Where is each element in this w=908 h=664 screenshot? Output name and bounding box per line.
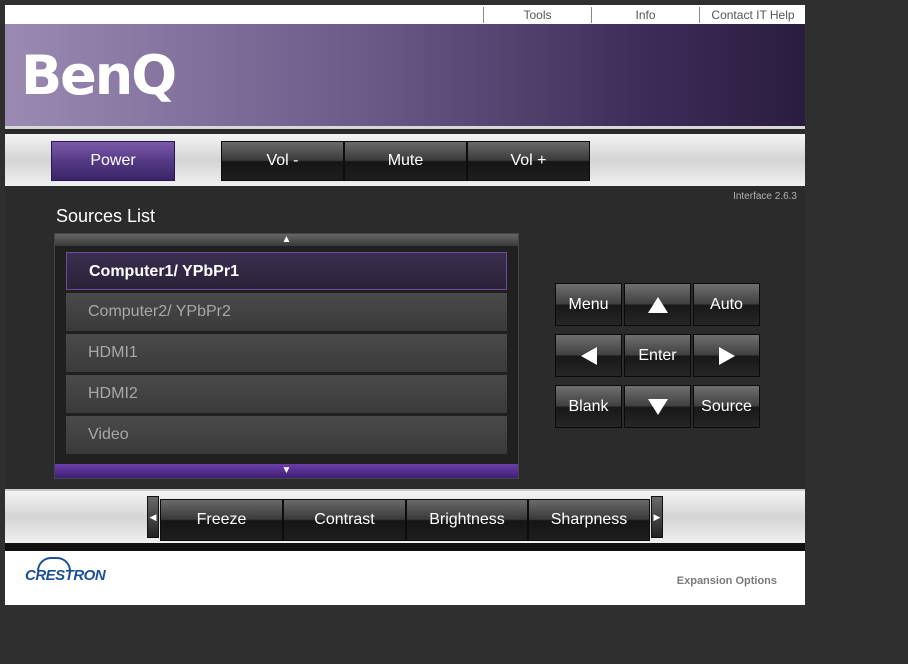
enter-button[interactable]: Enter xyxy=(624,334,691,377)
contact-it-help-link[interactable]: Contact IT Help xyxy=(699,7,805,23)
left-button[interactable] xyxy=(555,334,622,377)
source-item-hdmi2[interactable]: HDMI2 xyxy=(66,375,507,413)
divider xyxy=(5,543,805,551)
arrow-left-icon xyxy=(580,346,597,365)
source-button[interactable]: Source xyxy=(693,385,760,428)
info-link[interactable]: Info xyxy=(591,7,699,23)
scroll-down-button[interactable]: ▼ xyxy=(55,464,518,478)
footer: CRESTRON Expansion Options xyxy=(5,551,805,605)
projector-control-app: Tools Info Contact IT Help BenQ Power Vo… xyxy=(5,5,805,605)
brightness-button[interactable]: Brightness xyxy=(406,499,528,541)
menu-button[interactable]: Menu xyxy=(555,283,622,326)
freeze-button[interactable]: Freeze xyxy=(160,499,283,541)
power-button[interactable]: Power xyxy=(51,141,175,181)
sources-list-title: Sources List xyxy=(56,206,156,226)
interface-version: Interface 2.6.3 xyxy=(733,191,797,202)
right-button[interactable] xyxy=(693,334,760,377)
source-item-computer2[interactable]: Computer2/ YPbPr2 xyxy=(66,293,507,331)
source-item-video[interactable]: Video xyxy=(66,416,507,454)
expansion-options-link[interactable]: Expansion Options xyxy=(677,575,777,587)
mute-button[interactable]: Mute xyxy=(344,141,467,181)
vol-down-button[interactable]: Vol - xyxy=(221,141,344,181)
source-item-computer1[interactable]: Computer1/ YPbPr1 xyxy=(66,252,507,290)
adjust-bar: ◀ Freeze Contrast Brightness Sharpness ▶ xyxy=(5,491,805,543)
sources-list: ▲ Computer1/ YPbPr1 Computer2/ YPbPr2 HD… xyxy=(54,233,519,479)
main-panel: Interface 2.6.3 Sources List ▲ Computer1… xyxy=(5,186,805,491)
brand-header: BenQ xyxy=(5,24,805,126)
source-item-hdmi1[interactable]: HDMI1 xyxy=(66,334,507,372)
contrast-button[interactable]: Contrast xyxy=(283,499,406,541)
adjust-scroll-right-button[interactable]: ▶ xyxy=(651,496,663,538)
up-button[interactable] xyxy=(624,283,691,326)
arrow-up-icon xyxy=(647,296,668,313)
benq-logo: BenQ xyxy=(21,44,177,107)
scroll-up-button[interactable]: ▲ xyxy=(55,234,518,246)
control-bar: Power Vol - Mute Vol + xyxy=(5,134,805,186)
auto-button[interactable]: Auto xyxy=(693,283,760,326)
down-button[interactable] xyxy=(624,385,691,428)
sharpness-button[interactable]: Sharpness xyxy=(528,499,650,541)
top-links-bar: Tools Info Contact IT Help xyxy=(5,5,805,24)
vol-up-button[interactable]: Vol + xyxy=(467,141,590,181)
tools-link[interactable]: Tools xyxy=(483,7,591,23)
crestron-logo: CRESTRON xyxy=(25,567,106,584)
adjust-scroll-left-button[interactable]: ◀ xyxy=(147,496,159,538)
arrow-right-icon xyxy=(718,346,735,365)
arrow-down-icon xyxy=(647,398,668,415)
blank-button[interactable]: Blank xyxy=(555,385,622,428)
